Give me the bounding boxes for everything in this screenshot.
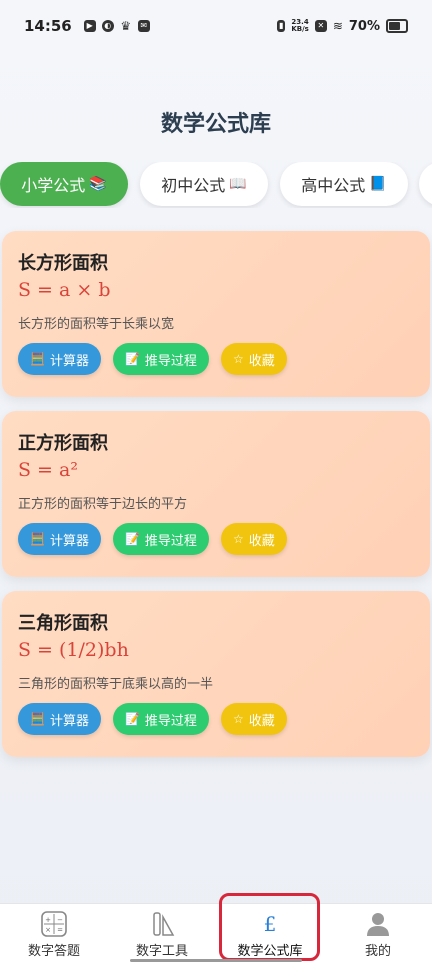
nav-label: 数学公式库: [237, 943, 303, 959]
svg-text:=: =: [57, 926, 63, 934]
favorite-label: 收藏: [248, 533, 275, 549]
memo-icon: 📝: [124, 712, 140, 726]
derivation-button[interactable]: 📝 推导过程: [112, 703, 209, 735]
sim-icon: ✕: [314, 20, 327, 32]
battery-icon: [386, 19, 408, 33]
tab-high[interactable]: 高中公式 📘: [280, 162, 408, 206]
card-formula: S = a × b: [18, 279, 111, 301]
favorite-button[interactable]: ☆ 收藏: [220, 343, 287, 375]
wifi-icon: ≋: [332, 19, 343, 33]
nav-item-quiz[interactable]: + − × = 数字答题: [0, 904, 108, 965]
status-right: ▮ 23.4 KB/s ✕ ≋ 70%: [277, 19, 408, 34]
derivation-button[interactable]: 📝 推导过程: [112, 523, 209, 555]
card-actions: 🧮 计算器 📝 推导过程 ☆ 收藏: [18, 523, 414, 555]
category-tabs: 小学公式 📚 初中公式 📖 高中公式 📘: [0, 162, 432, 208]
net-speed-unit: KB/s: [291, 25, 309, 33]
bottom-nav: + − × = 数字答题 数字工具 £ 数学公式库 我的: [0, 903, 432, 965]
nav-item-formulas[interactable]: £ 数学公式库: [216, 904, 324, 965]
open-book-icon: 📖: [229, 176, 247, 192]
derivation-button[interactable]: 📝 推导过程: [112, 343, 209, 375]
calculator-button[interactable]: 🧮 计算器: [18, 343, 101, 375]
card-formula: S = (1/2)bh: [18, 639, 129, 661]
message-icon: ✉: [137, 20, 150, 32]
favorite-button[interactable]: ☆ 收藏: [220, 703, 287, 735]
crown-icon: ♛: [120, 19, 132, 33]
calculator-label: 计算器: [49, 713, 89, 729]
favorite-button[interactable]: ☆ 收藏: [220, 523, 287, 555]
formula-card: 正方形面积 S = a² 正方形的面积等于边长的平方 🧮 计算器 📝 推导过程 …: [2, 411, 430, 577]
memo-icon: 📝: [124, 352, 140, 366]
star-icon: ☆: [232, 352, 244, 366]
tab-more[interactable]: [419, 162, 432, 206]
calculator-label: 计算器: [49, 353, 89, 369]
tools-icon: [149, 911, 175, 937]
home-indicator: [130, 959, 302, 962]
favorite-label: 收藏: [248, 353, 275, 369]
net-speed: 23.4 KB/s: [291, 19, 308, 33]
card-title: 长方形面积: [18, 253, 108, 274]
tab-label: 高中公式: [301, 176, 366, 195]
tab-middle[interactable]: 初中公式 📖: [140, 162, 268, 206]
svg-text:−: −: [57, 916, 63, 924]
status-bar: 14:56 ▶ ◐ ♛ ✉ ▮ 23.4 KB/s ✕ ≋ 70%: [0, 0, 432, 52]
card-description: 正方形的面积等于边长的平方: [18, 497, 188, 512]
page-title: 数学公式库: [160, 112, 271, 137]
card-actions: 🧮 计算器 📝 推导过程 ☆ 收藏: [18, 703, 414, 735]
play-icon: ▶: [83, 20, 96, 32]
tab-label: 小学公式: [21, 176, 86, 195]
card-description: 三角形的面积等于底乘以高的一半: [18, 677, 214, 692]
derivation-label: 推导过程: [144, 713, 197, 729]
card-actions: 🧮 计算器 📝 推导过程 ☆ 收藏: [18, 343, 414, 375]
card-description: 长方形的面积等于长乘以宽: [18, 317, 175, 332]
nav-label: 数字答题: [27, 943, 80, 959]
abacus-icon: 🧮: [30, 352, 45, 366]
favorite-label: 收藏: [248, 713, 275, 729]
derivation-label: 推导过程: [144, 533, 197, 549]
tab-primary[interactable]: 小学公式 📚: [0, 162, 128, 206]
battery-percent: 70%: [348, 18, 380, 34]
abacus-icon: 🧮: [30, 532, 45, 546]
pound-icon: £: [263, 911, 277, 936]
calculator-button[interactable]: 🧮 计算器: [18, 523, 101, 555]
nav-label: 数字工具: [135, 943, 188, 959]
derivation-label: 推导过程: [144, 353, 197, 369]
calculator-label: 计算器: [49, 533, 89, 549]
abacus-icon: 🧮: [30, 712, 45, 726]
nav-item-profile[interactable]: 我的: [324, 904, 432, 965]
star-icon: ☆: [232, 712, 244, 726]
svg-text:×: ×: [45, 926, 51, 934]
nav-label: 我的: [364, 943, 391, 959]
nav-item-tools[interactable]: 数字工具: [108, 904, 216, 965]
card-title: 正方形面积: [18, 433, 108, 454]
vibrate-icon: ▮: [277, 20, 286, 32]
user-icon: [365, 911, 391, 937]
calculator-icon: + − × =: [41, 910, 67, 937]
memo-icon: 📝: [124, 532, 140, 546]
blue-book-icon: 📘: [369, 176, 387, 192]
card-title: 三角形面积: [18, 613, 108, 634]
card-formula: S = a²: [18, 459, 78, 481]
app-icon: ◐: [101, 20, 114, 32]
tab-label: 初中公式: [161, 176, 226, 195]
status-left: 14:56 ▶ ◐ ♛ ✉: [24, 17, 150, 35]
formula-card: 长方形面积 S = a × b 长方形的面积等于长乘以宽 🧮 计算器 📝 推导过…: [2, 231, 430, 397]
status-time: 14:56: [24, 17, 72, 35]
calculator-button[interactable]: 🧮 计算器: [18, 703, 101, 735]
star-icon: ☆: [232, 532, 244, 546]
books-icon: 📚: [89, 176, 107, 192]
svg-text:+: +: [45, 916, 51, 924]
formula-card: 三角形面积 S = (1/2)bh 三角形的面积等于底乘以高的一半 🧮 计算器 …: [2, 591, 430, 757]
